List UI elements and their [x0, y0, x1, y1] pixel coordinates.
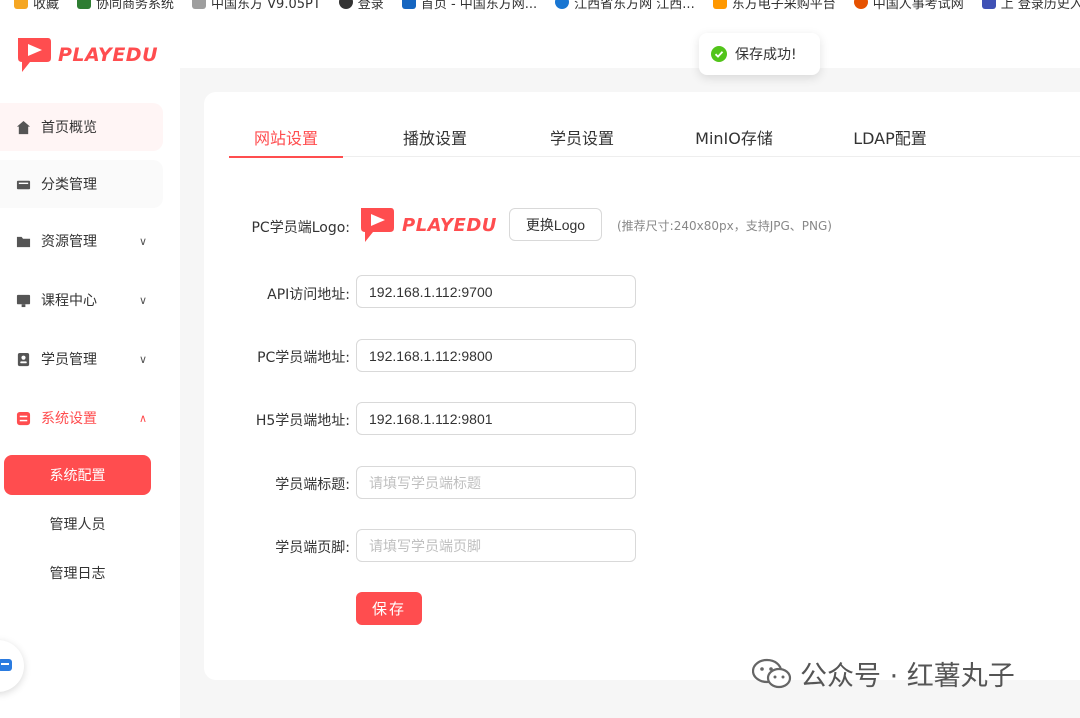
page-icon	[192, 0, 207, 9]
tab-site-settings[interactable]: 网站设置	[229, 116, 343, 158]
sidebar-subitem-system-config[interactable]: 系统配置	[4, 455, 151, 495]
site-icon	[853, 0, 868, 9]
chevron-up-icon[interactable]: ∧	[139, 412, 147, 425]
wechat-icon	[752, 658, 792, 688]
bookmark-item[interactable]: 中国人事考试网	[853, 0, 964, 12]
bookmark-item[interactable]: 协同商务系统	[77, 0, 174, 12]
site-icon	[712, 0, 727, 9]
logo-field-label: PC学员端Logo:	[251, 220, 350, 236]
tab-ldap-config[interactable]: LDAP配置	[835, 116, 945, 157]
bookmark-item[interactable]: 中国东方 V9.05PT	[192, 0, 321, 12]
site-icon	[555, 0, 570, 9]
bookmark-item[interactable]: 东方电子采购平台	[712, 0, 836, 12]
logo-preview: PLAYEDU	[357, 204, 497, 246]
tab-playback-settings[interactable]: 播放设置	[380, 116, 490, 157]
bookmark-item[interactable]: 登录	[338, 0, 384, 12]
settings-card	[204, 92, 1080, 680]
sidebar-subitem-admin-logs[interactable]: 管理日志	[4, 553, 151, 593]
sidebar-item-label: 系统设置	[41, 411, 97, 427]
h5-url-label: H5学员端地址:	[255, 413, 350, 429]
sidebar: PLAYEDU 首页概览 分类管理 资源管理 ∨ 课程中心 ∨ 学员管理 ∨ 系…	[0, 12, 180, 718]
logo-size-hint: (推荐尺寸:240x80px，支持JPG、PNG)	[617, 219, 832, 233]
save-button[interactable]: 保存	[356, 592, 422, 625]
tab-student-settings[interactable]: 学员设置	[527, 116, 637, 157]
h5-url-input[interactable]	[356, 402, 636, 435]
sidebar-item-students[interactable]: 学员管理 ∨	[0, 335, 163, 383]
success-toast: 保存成功!	[699, 33, 820, 75]
chevron-down-icon[interactable]: ∨	[139, 235, 147, 248]
brand-name: PLAYEDU	[58, 44, 158, 66]
bookmarks-bar: 收藏 协同商务系统 中国东方 V9.05PT 登录 首页 - 中国东方网... …	[0, 0, 1080, 12]
folder-icon	[16, 236, 31, 247]
sidebar-item-label: 资源管理	[41, 234, 97, 250]
sidebar-item-courses[interactable]: 课程中心 ∨	[0, 276, 163, 324]
globe-icon	[338, 0, 353, 9]
toast-message: 保存成功!	[735, 47, 797, 63]
sidebar-item-label: 首页概览	[41, 120, 97, 136]
watermark: 公众号 · 红薯丸子	[752, 654, 1015, 693]
chat-icon	[0, 659, 12, 671]
site-icon	[401, 0, 416, 9]
brand-logo[interactable]: PLAYEDU	[14, 34, 158, 76]
category-icon	[16, 180, 31, 189]
sidebar-item-system-settings[interactable]: 系统设置 ∧	[0, 394, 163, 442]
check-circle-icon	[711, 46, 727, 62]
sidebar-item-dashboard[interactable]: 首页概览	[0, 103, 163, 151]
api-url-label: API访问地址:	[267, 287, 350, 303]
star-icon	[14, 0, 28, 9]
sidebar-item-label: 学员管理	[41, 352, 97, 368]
student-title-input[interactable]	[356, 466, 636, 499]
bookmark-item[interactable]: 上 登录历史入 切换...	[981, 0, 1080, 12]
sidebar-item-label: 分类管理	[41, 177, 97, 193]
change-logo-button[interactable]: 更换Logo	[509, 208, 602, 241]
playedu-logo-icon	[361, 208, 394, 242]
student-title-label: 学员端标题:	[275, 477, 350, 493]
logo-preview-text: PLAYEDU	[402, 214, 497, 236]
sidebar-item-label: 课程中心	[41, 293, 97, 309]
student-footer-input[interactable]	[356, 529, 636, 562]
user-icon	[17, 352, 30, 366]
course-icon	[16, 294, 31, 307]
settings-tabs: 网站设置 播放设置 学员设置 MinIO存储 LDAP配置	[229, 116, 1080, 158]
student-footer-label: 学员端页脚:	[275, 540, 350, 556]
pc-url-label: PC学员端地址:	[257, 350, 350, 366]
site-icon	[981, 0, 996, 9]
bookmark-item[interactable]: 首页 - 中国东方网...	[401, 0, 537, 12]
pc-url-input[interactable]	[356, 339, 636, 372]
api-url-input[interactable]	[356, 275, 636, 308]
chevron-down-icon[interactable]: ∨	[139, 294, 147, 307]
settings-icon	[16, 411, 31, 425]
sidebar-subitem-label: 管理人员	[49, 517, 106, 533]
tab-minio-storage[interactable]: MinIO存储	[679, 116, 789, 157]
home-icon	[16, 120, 31, 134]
sidebar-subitem-label: 管理日志	[49, 566, 106, 582]
watermark-text: 公众号 · 红薯丸子	[800, 661, 1015, 692]
sidebar-item-resources[interactable]: 资源管理 ∨	[0, 217, 163, 265]
leaf-icon	[77, 0, 92, 9]
sidebar-item-category[interactable]: 分类管理	[0, 160, 163, 208]
bookmark-item[interactable]: 收藏	[14, 0, 59, 12]
sidebar-subitem-admins[interactable]: 管理人员	[4, 504, 151, 544]
playedu-logo-icon	[18, 38, 51, 72]
sidebar-subitem-label: 系统配置	[49, 468, 106, 484]
chevron-down-icon[interactable]: ∨	[139, 353, 147, 366]
bookmark-item[interactable]: 江西省东方网 江西...	[555, 0, 695, 12]
